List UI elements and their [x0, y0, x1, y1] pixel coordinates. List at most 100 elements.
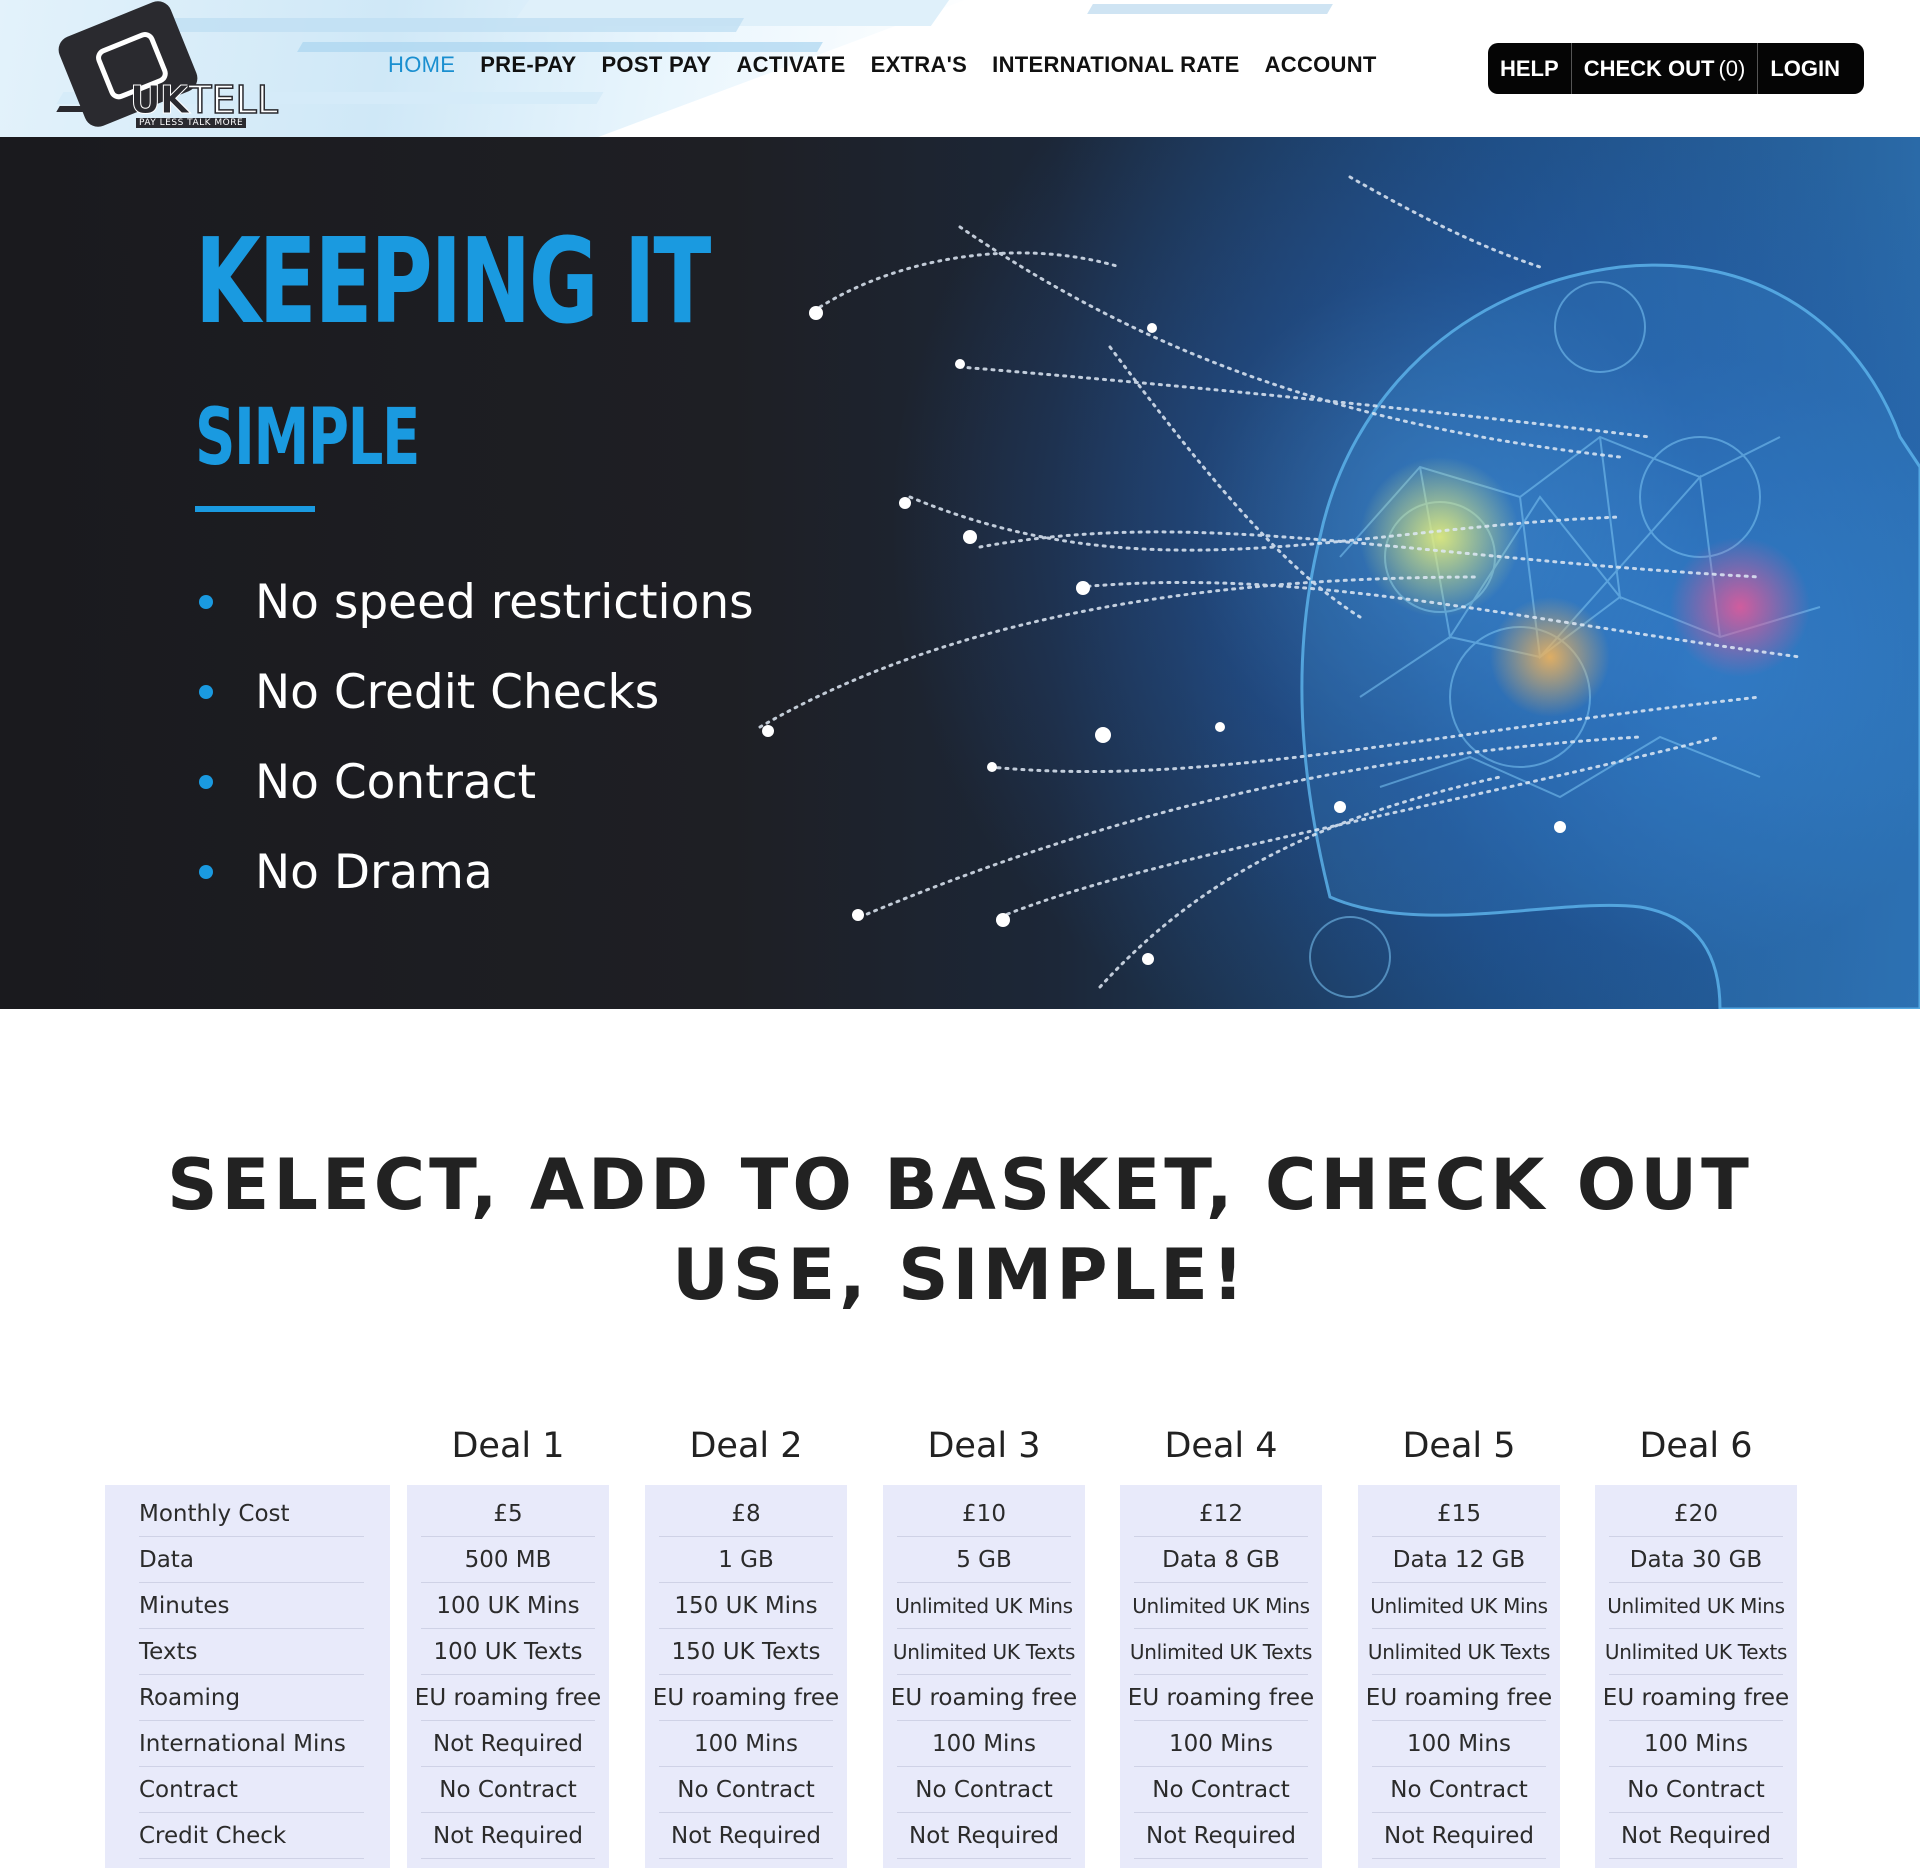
deal-heading: Deal 4 — [1164, 1426, 1278, 1466]
deal-cell: 100 Mins — [897, 1721, 1071, 1767]
row-label: Texts — [139, 1629, 364, 1675]
deal-cell: £12 — [1134, 1491, 1308, 1537]
login-button[interactable]: LOGIN — [1758, 43, 1852, 94]
deal-cell: EU roaming free — [1603, 1675, 1789, 1721]
row-label: Contract — [139, 1767, 364, 1813]
deal-6-column[interactable]: £20 Data 30 GB Unlimited UK Mins Unlimit… — [1595, 1485, 1797, 1868]
hero-benefit-text: No Credit Checks — [255, 664, 660, 720]
deal-cell: Not Required — [897, 1813, 1071, 1859]
deal-cell: No Contract — [897, 1767, 1071, 1813]
hero-benefit-item: No speed restrictions — [195, 557, 754, 647]
deal-heading: Deal 3 — [927, 1426, 1041, 1466]
deal-cell: Unlimited UK Mins — [1607, 1583, 1785, 1629]
deal-cell: EU roaming free — [1128, 1675, 1314, 1721]
row-label: Minutes — [139, 1583, 364, 1629]
nav-extras[interactable]: EXTRA'S — [871, 52, 968, 78]
hero-divider — [195, 506, 315, 512]
row-label: Roaming — [139, 1675, 364, 1721]
headline-line-1: SELECT, ADD TO BASKET, CHECK OUT — [167, 1144, 1753, 1226]
deal-cell: £20 — [1609, 1491, 1783, 1537]
deal-cell: Unlimited UK Texts — [1605, 1629, 1787, 1675]
main-nav: HOME PRE-PAY POST PAY ACTIVATE EXTRA'S I… — [388, 52, 1377, 78]
headline-line-2: USE, SIMPLE! — [672, 1234, 1248, 1316]
deal-cell: £15 — [1372, 1491, 1546, 1537]
deal-cell: EU roaming free — [891, 1675, 1077, 1721]
deal-cell: EU roaming free — [653, 1675, 839, 1721]
hero-subtitle: SIMPLE — [195, 393, 420, 483]
deal-2-column[interactable]: £8 1 GB 150 UK Mins 150 UK Texts EU roam… — [645, 1485, 847, 1868]
nav-international-rate[interactable]: INTERNATIONAL RATE — [992, 52, 1239, 78]
hero-banner: KEEPING IT SIMPLE No speed restrictions … — [0, 137, 1920, 1009]
deal-cell: 5 GB — [897, 1537, 1071, 1583]
site-header: UKTELL PAY LESS TALK MORE HOME PRE-PAY P… — [0, 0, 1920, 137]
bullet-icon — [199, 595, 213, 609]
header-actions: HELP CHECK OUT (0) LOGIN — [1488, 43, 1864, 94]
pricing-row-labels: Monthly Cost Data Minutes Texts Roaming … — [105, 1485, 390, 1868]
deal-cell: 100 Mins — [1134, 1721, 1308, 1767]
bullet-icon — [199, 865, 213, 879]
deal-cell: EU roaming free — [1366, 1675, 1552, 1721]
deal-heading: Deal 1 — [451, 1426, 565, 1466]
row-label: Data — [139, 1537, 364, 1583]
header-decor-stripe — [1087, 4, 1333, 14]
hero-benefit-item: No Drama — [195, 827, 754, 917]
logo-wordmark: UKTELL — [129, 77, 279, 123]
deal-1-column[interactable]: £5 500 MB 100 UK Mins 100 UK Texts EU ro… — [407, 1485, 609, 1868]
deal-cell: Unlimited UK Mins — [895, 1583, 1073, 1629]
deal-cell: Not Required — [1609, 1813, 1783, 1859]
logo-brand-uk: UK — [129, 78, 189, 123]
deal-cell: Unlimited UK Mins — [1132, 1583, 1310, 1629]
deal-cell: No Contract — [659, 1767, 833, 1813]
deal-cell: No Contract — [1372, 1767, 1546, 1813]
deal-4-column[interactable]: £12 Data 8 GB Unlimited UK Mins Unlimite… — [1120, 1485, 1322, 1868]
deal-cell: No Contract — [1609, 1767, 1783, 1813]
hero-benefit-text: No Drama — [255, 844, 493, 900]
nav-account[interactable]: ACCOUNT — [1265, 52, 1377, 78]
deal-cell: Not Required — [1134, 1813, 1308, 1859]
deal-cell: 150 UK Mins — [659, 1583, 833, 1629]
cart-count: (0) — [1718, 55, 1746, 81]
deal-cell: Unlimited UK Texts — [893, 1629, 1075, 1675]
bullet-icon — [199, 685, 213, 699]
logo-tagline: PAY LESS TALK MORE — [136, 118, 247, 128]
row-label: Credit Check — [139, 1813, 364, 1859]
help-button[interactable]: HELP — [1488, 43, 1572, 94]
checkout-label: CHECK OUT — [1583, 55, 1715, 81]
bullet-icon — [199, 775, 213, 789]
deal-cell: No Contract — [1134, 1767, 1308, 1813]
hero-title: KEEPING IT — [195, 212, 711, 350]
deal-cell: £10 — [897, 1491, 1071, 1537]
nav-post-pay[interactable]: POST PAY — [601, 52, 711, 78]
deal-cell: 100 Mins — [1609, 1721, 1783, 1767]
deal-heading: Deal 5 — [1402, 1426, 1516, 1466]
checkout-button[interactable]: CHECK OUT (0) — [1572, 43, 1759, 94]
deal-cell: 100 UK Texts — [421, 1629, 595, 1675]
deal-cell: 1 GB — [659, 1537, 833, 1583]
hero-benefits-list: No speed restrictions No Credit Checks N… — [195, 557, 754, 917]
deal-cell: Data 30 GB — [1609, 1537, 1783, 1583]
hero-benefit-text: No Contract — [255, 754, 537, 810]
hero-benefit-item: No Contract — [195, 737, 754, 827]
deal-cell: £8 — [659, 1491, 833, 1537]
nav-home[interactable]: HOME — [388, 52, 455, 78]
deal-cell: Not Required — [1372, 1813, 1546, 1859]
logo-brand-tell: TELL — [188, 77, 279, 123]
site-logo[interactable]: UKTELL PAY LESS TALK MORE — [54, 0, 288, 131]
deal-3-column[interactable]: £10 5 GB Unlimited UK Mins Unlimited UK … — [883, 1485, 1085, 1868]
deal-cell: EU roaming free — [415, 1675, 601, 1721]
deal-cell: 100 Mins — [659, 1721, 833, 1767]
deal-cell: Unlimited UK Texts — [1130, 1629, 1312, 1675]
header-decor-stripe — [297, 42, 823, 52]
nav-activate[interactable]: ACTIVATE — [736, 52, 845, 78]
deal-cell: £5 — [421, 1491, 595, 1537]
deal-cell: Data 12 GB — [1372, 1537, 1546, 1583]
deal-cell: No Contract — [421, 1767, 595, 1813]
deal-cell: Data 8 GB — [1134, 1537, 1308, 1583]
deal-heading: Deal 2 — [689, 1426, 803, 1466]
nav-pre-pay[interactable]: PRE-PAY — [480, 52, 576, 78]
deal-cell: 100 UK Mins — [421, 1583, 595, 1629]
deal-cell: Not Required — [421, 1813, 595, 1859]
deal-cell: Not Required — [659, 1813, 833, 1859]
hero-benefit-item: No Credit Checks — [195, 647, 754, 737]
deal-5-column[interactable]: £15 Data 12 GB Unlimited UK Mins Unlimit… — [1358, 1485, 1560, 1868]
